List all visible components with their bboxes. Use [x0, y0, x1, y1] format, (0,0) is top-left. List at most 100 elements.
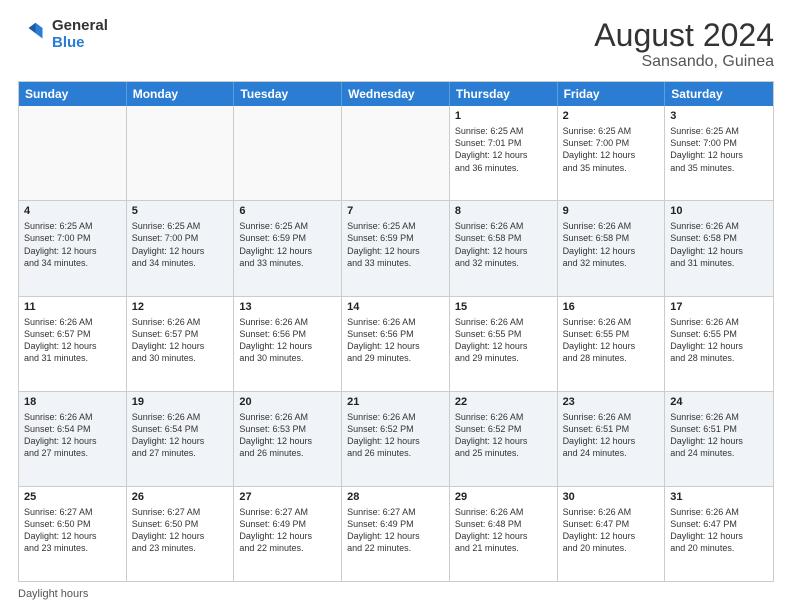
calendar-cell: 11Sunrise: 6:26 AM Sunset: 6:57 PM Dayli…: [19, 297, 127, 391]
calendar-cell: 22Sunrise: 6:26 AM Sunset: 6:52 PM Dayli…: [450, 392, 558, 486]
cell-sun-info: Sunrise: 6:26 AM Sunset: 6:58 PM Dayligh…: [563, 220, 660, 269]
cell-sun-info: Sunrise: 6:26 AM Sunset: 6:48 PM Dayligh…: [455, 506, 552, 555]
logo-text: General Blue: [52, 18, 108, 51]
cell-sun-info: Sunrise: 6:26 AM Sunset: 6:52 PM Dayligh…: [347, 411, 444, 460]
calendar-row: 18 Sunrise: 6:26 AM Sunset: 6:54 PM Dayli…: [19, 391, 773, 486]
cell-sun-info: Sunrise: 6:26 AM Sunset: 6:53 PM Dayligh…: [239, 411, 336, 460]
cell-sun-info: Sunrise: 6:26 AM Sunset: 6:55 PM Dayligh…: [455, 316, 552, 365]
cell-sun-info: Sunrise: 6:27 AM Sunset: 6:50 PM Dayligh…: [24, 506, 121, 555]
daylight-hours-label: Daylight hours: [18, 588, 88, 600]
calendar-cell: 20 Sunrise: 6:26 AM Sunset: 6:53 PM Dayli…: [234, 392, 342, 486]
calendar-cell: 9 Sunrise: 6:26 AM Sunset: 6:58 PM Daylig…: [558, 201, 666, 295]
calendar-cell: 4Sunrise: 6:25 AM Sunset: 7:00 PM Daylig…: [19, 201, 127, 295]
cell-sun-info: Sunrise: 6:26 AM Sunset: 6:51 PM Dayligh…: [563, 411, 660, 460]
location-title: Sansando, Guinea: [594, 53, 774, 71]
day-number: 19: [132, 396, 229, 408]
day-number: 21: [347, 396, 444, 408]
day-number: 5: [132, 205, 229, 217]
calendar-header-sunday: Sunday: [19, 82, 127, 106]
calendar-row: 1Sunrise: 6:25 AM Sunset: 7:01 PM Daylig…: [19, 106, 773, 200]
month-title: August 2024: [594, 18, 774, 53]
calendar-cell: 6 Sunrise: 6:25 AM Sunset: 6:59 PM Daylig…: [234, 201, 342, 295]
calendar-cell: 31 Sunrise: 6:26 AM Sunset: 6:47 PM Dayli…: [665, 487, 773, 581]
title-block: August 2024 Sansando, Guinea: [594, 18, 774, 71]
day-number: 14: [347, 301, 444, 313]
calendar-cell: 7Sunrise: 6:25 AM Sunset: 6:59 PM Daylig…: [342, 201, 450, 295]
calendar-cell: [234, 106, 342, 200]
day-number: 1: [455, 110, 552, 122]
cell-sun-info: Sunrise: 6:27 AM Sunset: 6:50 PM Dayligh…: [132, 506, 229, 555]
calendar-cell: 10Sunrise: 6:26 AM Sunset: 6:58 PM Dayli…: [665, 201, 773, 295]
calendar-body: 1Sunrise: 6:25 AM Sunset: 7:01 PM Daylig…: [19, 106, 773, 581]
day-number: 18: [24, 396, 121, 408]
calendar-cell: 5 Sunrise: 6:25 AM Sunset: 7:00 PM Daylig…: [127, 201, 235, 295]
page: General Blue August 2024 Sansando, Guine…: [0, 0, 792, 612]
calendar-cell: 17 Sunrise: 6:26 AM Sunset: 6:55 PM Dayli…: [665, 297, 773, 391]
day-number: 17: [670, 301, 768, 313]
calendar-cell: 13Sunrise: 6:26 AM Sunset: 6:56 PM Dayli…: [234, 297, 342, 391]
logo-blue: Blue: [52, 35, 108, 52]
day-number: 20: [239, 396, 336, 408]
calendar-header-friday: Friday: [558, 82, 666, 106]
footer-note: Daylight hours: [18, 588, 774, 600]
calendar-header-saturday: Saturday: [665, 82, 773, 106]
day-number: 10: [670, 205, 768, 217]
cell-sun-info: Sunrise: 6:26 AM Sunset: 6:47 PM Dayligh…: [563, 506, 660, 555]
day-number: 31: [670, 491, 768, 503]
day-number: 6: [239, 205, 336, 217]
calendar-cell: [342, 106, 450, 200]
day-number: 24: [670, 396, 768, 408]
calendar-cell: [127, 106, 235, 200]
cell-sun-info: Sunrise: 6:25 AM Sunset: 7:00 PM Dayligh…: [24, 220, 121, 269]
day-number: 9: [563, 205, 660, 217]
day-number: 2: [563, 110, 660, 122]
cell-sun-info: Sunrise: 6:26 AM Sunset: 6:47 PM Dayligh…: [670, 506, 768, 555]
calendar-header-wednesday: Wednesday: [342, 82, 450, 106]
calendar-cell: 23 Sunrise: 6:26 AM Sunset: 6:51 PM Dayli…: [558, 392, 666, 486]
calendar-cell: 14Sunrise: 6:26 AM Sunset: 6:56 PM Dayli…: [342, 297, 450, 391]
calendar-header-monday: Monday: [127, 82, 235, 106]
cell-sun-info: Sunrise: 6:27 AM Sunset: 6:49 PM Dayligh…: [239, 506, 336, 555]
calendar-row: 25 Sunrise: 6:27 AM Sunset: 6:50 PM Dayli…: [19, 486, 773, 581]
calendar-cell: 2 Sunrise: 6:25 AM Sunset: 7:00 PM Daylig…: [558, 106, 666, 200]
day-number: 26: [132, 491, 229, 503]
cell-sun-info: Sunrise: 6:25 AM Sunset: 6:59 PM Dayligh…: [239, 220, 336, 269]
day-number: 28: [347, 491, 444, 503]
calendar-row: 4Sunrise: 6:25 AM Sunset: 7:00 PM Daylig…: [19, 200, 773, 295]
day-number: 13: [239, 301, 336, 313]
logo-general: General: [52, 18, 108, 35]
cell-sun-info: Sunrise: 6:25 AM Sunset: 7:00 PM Dayligh…: [132, 220, 229, 269]
cell-sun-info: Sunrise: 6:26 AM Sunset: 6:58 PM Dayligh…: [455, 220, 552, 269]
calendar-cell: 25 Sunrise: 6:27 AM Sunset: 6:50 PM Dayli…: [19, 487, 127, 581]
day-number: 25: [24, 491, 121, 503]
calendar-cell: 12Sunrise: 6:26 AM Sunset: 6:57 PM Dayli…: [127, 297, 235, 391]
day-number: 27: [239, 491, 336, 503]
day-number: 23: [563, 396, 660, 408]
calendar: SundayMondayTuesdayWednesdayThursdayFrid…: [18, 81, 774, 582]
day-number: 3: [670, 110, 768, 122]
day-number: 29: [455, 491, 552, 503]
calendar-header-tuesday: Tuesday: [234, 82, 342, 106]
generalblue-logo-icon: [18, 21, 46, 49]
calendar-cell: 18 Sunrise: 6:26 AM Sunset: 6:54 PM Dayli…: [19, 392, 127, 486]
calendar-cell: 27 Sunrise: 6:27 AM Sunset: 6:49 PM Dayli…: [234, 487, 342, 581]
day-number: 11: [24, 301, 121, 313]
cell-sun-info: Sunrise: 6:25 AM Sunset: 7:00 PM Dayligh…: [563, 125, 660, 174]
cell-sun-info: Sunrise: 6:26 AM Sunset: 6:55 PM Dayligh…: [670, 316, 768, 365]
calendar-cell: 3Sunrise: 6:25 AM Sunset: 7:00 PM Daylig…: [665, 106, 773, 200]
day-number: 30: [563, 491, 660, 503]
cell-sun-info: Sunrise: 6:27 AM Sunset: 6:49 PM Dayligh…: [347, 506, 444, 555]
calendar-cell: 19Sunrise: 6:26 AM Sunset: 6:54 PM Dayli…: [127, 392, 235, 486]
day-number: 8: [455, 205, 552, 217]
calendar-header-row: SundayMondayTuesdayWednesdayThursdayFrid…: [19, 82, 773, 106]
cell-sun-info: Sunrise: 6:26 AM Sunset: 6:57 PM Dayligh…: [132, 316, 229, 365]
calendar-row: 11 Sunrise: 6:26 AM Sunset: 6:57 PM Dayli…: [19, 296, 773, 391]
cell-sun-info: Sunrise: 6:26 AM Sunset: 6:51 PM Dayligh…: [670, 411, 768, 460]
cell-sun-info: Sunrise: 6:26 AM Sunset: 6:54 PM Dayligh…: [24, 411, 121, 460]
calendar-cell: 24 Sunrise: 6:26 AM Sunset: 6:51 PM Dayli…: [665, 392, 773, 486]
day-number: 22: [455, 396, 552, 408]
calendar-cell: 15Sunrise: 6:26 AM Sunset: 6:55 PM Dayli…: [450, 297, 558, 391]
calendar-cell: 8 Sunrise: 6:26 AM Sunset: 6:58 PM Daylig…: [450, 201, 558, 295]
calendar-header-thursday: Thursday: [450, 82, 558, 106]
day-number: 7: [347, 205, 444, 217]
